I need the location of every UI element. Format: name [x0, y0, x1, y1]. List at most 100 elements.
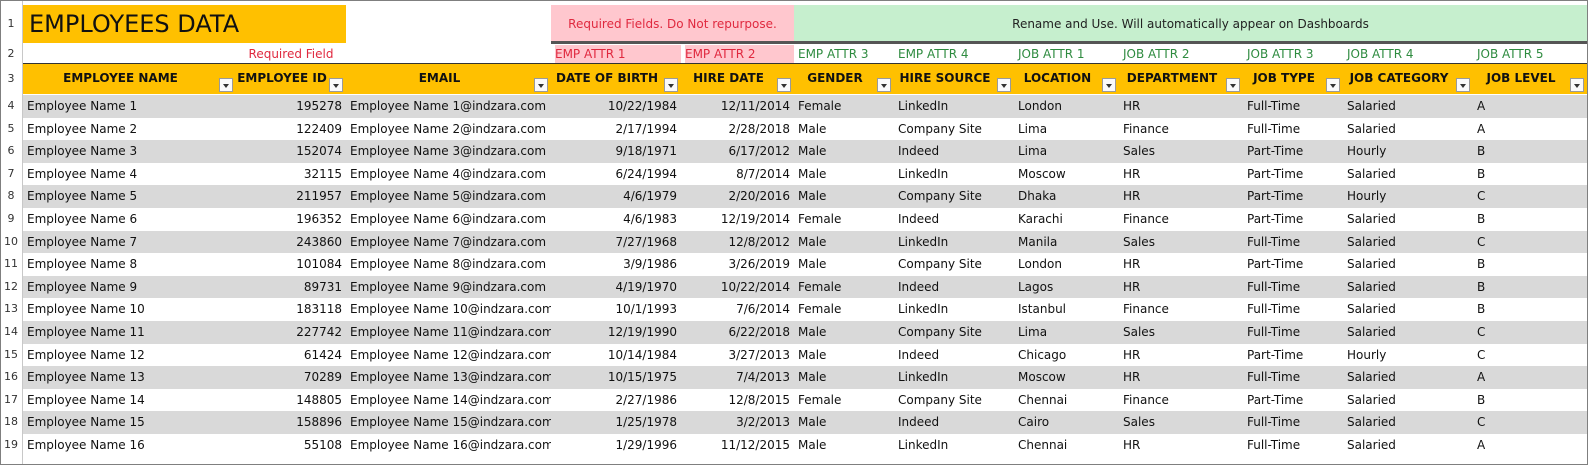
table-cell[interactable]: Employee Name 4@indzara.com: [346, 163, 551, 186]
table-cell[interactable]: Company Site: [894, 185, 1014, 208]
table-cell[interactable]: Employee Name 16@indzara.com: [346, 434, 551, 457]
table-cell[interactable]: 1/29/1996: [551, 434, 681, 457]
table-cell[interactable]: B: [1473, 208, 1587, 231]
table-cell[interactable]: Moscow: [1014, 366, 1119, 389]
table-cell[interactable]: A: [1473, 95, 1587, 118]
filter-dropdown-icon[interactable]: [997, 78, 1011, 92]
table-cell[interactable]: Male: [794, 434, 894, 457]
attr-label[interactable]: JOB ATTR 3: [1247, 45, 1343, 63]
attr-label[interactable]: EMP ATTR 2: [685, 45, 794, 63]
table-cell[interactable]: Employee Name 7: [23, 231, 236, 254]
table-cell[interactable]: 10/1/1993: [551, 298, 681, 321]
filter-dropdown-icon[interactable]: [329, 78, 343, 92]
row-header[interactable]: 19: [1, 434, 21, 457]
filter-dropdown-icon[interactable]: [1226, 78, 1240, 92]
table-cell[interactable]: Company Site: [894, 118, 1014, 141]
table-cell[interactable]: 7/6/2014: [681, 298, 794, 321]
table-cell[interactable]: Indeed: [894, 140, 1014, 163]
table-cell[interactable]: Company Site: [894, 389, 1014, 412]
table-cell[interactable]: Employee Name 13@indzara.com: [346, 366, 551, 389]
table-cell[interactable]: Employee Name 10: [23, 298, 236, 321]
table-cell[interactable]: Salaried: [1343, 298, 1473, 321]
table-cell[interactable]: 10/22/1984: [551, 95, 681, 118]
table-cell[interactable]: Employee Name 6@indzara.com: [346, 208, 551, 231]
row-header[interactable]: 9: [1, 208, 21, 231]
table-cell[interactable]: Finance: [1119, 118, 1243, 141]
table-cell[interactable]: Salaried: [1343, 276, 1473, 299]
table-cell[interactable]: C: [1473, 321, 1587, 344]
table-cell[interactable]: B: [1473, 253, 1587, 276]
table-cell[interactable]: 158896: [236, 411, 346, 434]
table-cell[interactable]: 7/4/2013: [681, 366, 794, 389]
table-cell[interactable]: Male: [794, 344, 894, 367]
attr-label[interactable]: EMP ATTR 3: [798, 45, 894, 63]
table-cell[interactable]: Part-Time: [1243, 253, 1343, 276]
table-cell[interactable]: Employee Name 12: [23, 344, 236, 367]
table-cell[interactable]: A: [1473, 366, 1587, 389]
row-header[interactable]: 13: [1, 298, 21, 321]
table-cell[interactable]: 3/9/1986: [551, 253, 681, 276]
table-cell[interactable]: Male: [794, 185, 894, 208]
table-cell[interactable]: 10/14/1984: [551, 344, 681, 367]
table-cell[interactable]: Employee Name 14@indzara.com: [346, 389, 551, 412]
attr-label[interactable]: EMP ATTR 4: [898, 45, 1014, 63]
table-cell[interactable]: 1/25/1978: [551, 411, 681, 434]
table-cell[interactable]: 6/24/1994: [551, 163, 681, 186]
table-cell[interactable]: Salaried: [1343, 118, 1473, 141]
table-cell[interactable]: Chennai: [1014, 434, 1119, 457]
table-cell[interactable]: Employee Name 1: [23, 95, 236, 118]
table-cell[interactable]: Female: [794, 276, 894, 299]
table-cell[interactable]: Full-Time: [1243, 231, 1343, 254]
table-cell[interactable]: HR: [1119, 276, 1243, 299]
table-cell[interactable]: LinkedIn: [894, 434, 1014, 457]
table-cell[interactable]: Employee Name 8@indzara.com: [346, 253, 551, 276]
table-cell[interactable]: C: [1473, 411, 1587, 434]
table-cell[interactable]: Employee Name 10@indzara.com: [346, 298, 551, 321]
table-cell[interactable]: Part-Time: [1243, 344, 1343, 367]
table-cell[interactable]: Full-Time: [1243, 118, 1343, 141]
row-header[interactable]: 14: [1, 321, 21, 344]
table-cell[interactable]: 152074: [236, 140, 346, 163]
attr-label[interactable]: EMP ATTR 1: [555, 45, 681, 63]
table-cell[interactable]: HR: [1119, 434, 1243, 457]
table-cell[interactable]: C: [1473, 344, 1587, 367]
table-cell[interactable]: 243860: [236, 231, 346, 254]
table-cell[interactable]: 55108: [236, 434, 346, 457]
table-cell[interactable]: Employee Name 2: [23, 118, 236, 141]
table-cell[interactable]: Salaried: [1343, 411, 1473, 434]
table-cell[interactable]: Salaried: [1343, 434, 1473, 457]
table-cell[interactable]: HR: [1119, 344, 1243, 367]
table-cell[interactable]: LinkedIn: [894, 163, 1014, 186]
table-cell[interactable]: 10/22/2014: [681, 276, 794, 299]
table-cell[interactable]: Employee Name 9@indzara.com: [346, 276, 551, 299]
table-cell[interactable]: Company Site: [894, 321, 1014, 344]
table-cell[interactable]: 2/28/2018: [681, 118, 794, 141]
table-cell[interactable]: LinkedIn: [894, 298, 1014, 321]
table-cell[interactable]: Full-Time: [1243, 276, 1343, 299]
table-cell[interactable]: Male: [794, 118, 894, 141]
table-cell[interactable]: 70289: [236, 366, 346, 389]
table-cell[interactable]: Chicago: [1014, 344, 1119, 367]
table-cell[interactable]: Moscow: [1014, 163, 1119, 186]
table-cell[interactable]: Part-Time: [1243, 140, 1343, 163]
table-cell[interactable]: Male: [794, 366, 894, 389]
table-cell[interactable]: Employee Name 15@indzara.com: [346, 411, 551, 434]
table-cell[interactable]: 2/17/1994: [551, 118, 681, 141]
filter-dropdown-icon[interactable]: [1456, 78, 1470, 92]
table-cell[interactable]: Lima: [1014, 118, 1119, 141]
table-cell[interactable]: 7/27/1968: [551, 231, 681, 254]
table-cell[interactable]: Hourly: [1343, 185, 1473, 208]
table-cell[interactable]: Male: [794, 321, 894, 344]
table-cell[interactable]: 4/19/1970: [551, 276, 681, 299]
table-cell[interactable]: Employee Name 3: [23, 140, 236, 163]
row-header[interactable]: 3: [1, 64, 21, 94]
table-cell[interactable]: HR: [1119, 366, 1243, 389]
table-cell[interactable]: Full-Time: [1243, 434, 1343, 457]
table-cell[interactable]: Dhaka: [1014, 185, 1119, 208]
table-cell[interactable]: Istanbul: [1014, 298, 1119, 321]
table-cell[interactable]: Salaried: [1343, 208, 1473, 231]
table-cell[interactable]: 89731: [236, 276, 346, 299]
row-header[interactable]: 12: [1, 276, 21, 299]
table-cell[interactable]: 183118: [236, 298, 346, 321]
table-cell[interactable]: 8/7/2014: [681, 163, 794, 186]
